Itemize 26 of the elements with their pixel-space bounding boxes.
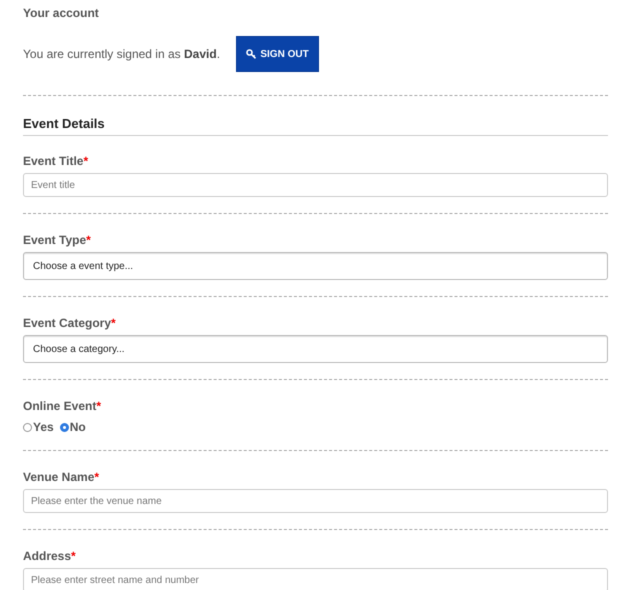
radio-button[interactable] — [23, 422, 32, 432]
field-label: Event Category — [23, 316, 112, 330]
field-label: Venue Name — [23, 470, 94, 484]
required-mark: * — [111, 316, 116, 330]
input-field[interactable]: Event title — [23, 173, 608, 197]
radio-label: Yes — [33, 420, 54, 434]
input-field[interactable]: Please enter the venue name — [23, 489, 608, 513]
section-title: Event Details — [23, 116, 608, 136]
select-field[interactable]: Choose a event type... — [23, 252, 608, 280]
required-mark: * — [94, 470, 100, 484]
required-mark: * — [86, 233, 91, 247]
field-label: Online Event — [23, 399, 96, 413]
field-label: Address — [23, 549, 72, 563]
required-mark: * — [83, 154, 88, 168]
select-field[interactable]: Choose a category... — [23, 335, 608, 363]
key-icon — [246, 49, 258, 59]
sign-out-button[interactable]: SIGN OUT — [236, 36, 320, 72]
radio-button[interactable] — [60, 422, 69, 432]
required-mark: * — [96, 399, 102, 413]
input-field[interactable]: Please enter street name and number — [23, 568, 608, 590]
required-mark: * — [71, 549, 76, 563]
account-heading: Your account — [23, 6, 100, 20]
signed-in-text: You are currently signed in as David. — [23, 47, 220, 61]
field-label: Event Type — [23, 233, 86, 247]
radio-label: No — [70, 420, 86, 434]
field-label: Event Title — [23, 154, 84, 168]
